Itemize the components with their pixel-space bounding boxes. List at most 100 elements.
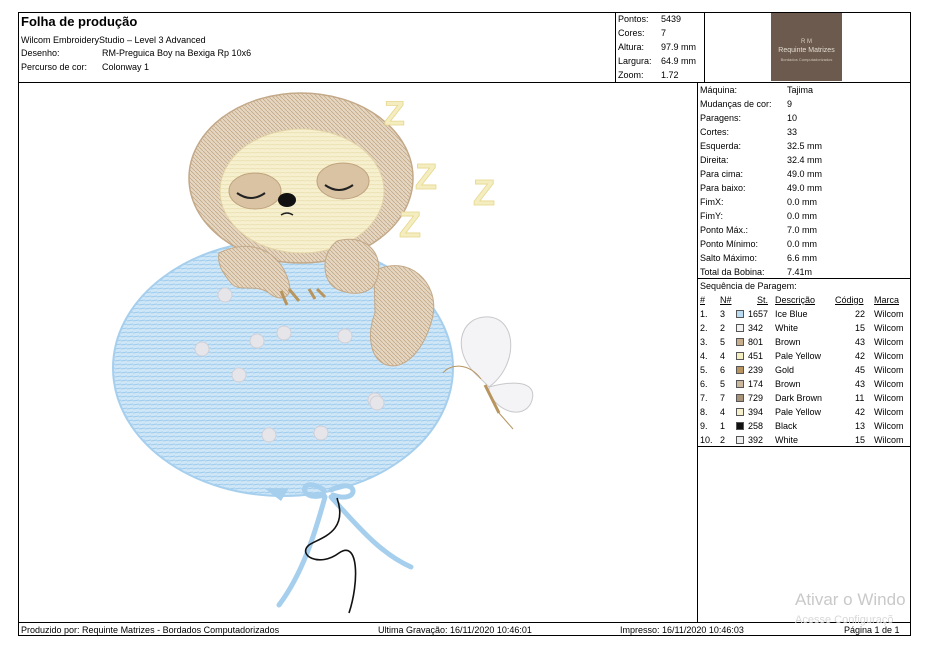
seq-brand: Wilcom xyxy=(874,351,904,361)
seq-needle: 4 xyxy=(720,351,726,361)
col-header-n: N# xyxy=(720,295,732,305)
logo-monogram: R M xyxy=(801,39,812,45)
stat-label: Salto Máximo: xyxy=(700,253,758,263)
sequence-row: 8. 4 394 Pale Yellow 42 Wilcom xyxy=(700,407,910,421)
seq-code: 45 xyxy=(855,365,866,375)
seq-description: White xyxy=(775,435,799,445)
summary-value-width: 64.9 mm xyxy=(661,56,697,66)
seq-brand: Wilcom xyxy=(874,323,904,333)
seq-needle: 5 xyxy=(720,337,726,347)
stat-label: FimY: xyxy=(700,211,724,221)
color-swatch xyxy=(736,436,744,444)
seq-needle: 2 xyxy=(720,323,726,333)
seq-needle: 2 xyxy=(720,435,726,445)
activation-watermark-title: Ativar o Windo xyxy=(795,590,906,609)
activation-watermark-subtitle: Acesse Configuraçõ xyxy=(795,614,894,626)
stat-value: 0.0 mm xyxy=(787,197,818,207)
page-title: Folha de produção xyxy=(21,14,138,29)
stat-value: 0.0 mm xyxy=(787,239,818,249)
seq-brand: Wilcom xyxy=(874,435,904,445)
stat-label: Paragens: xyxy=(700,113,742,123)
left-eye-patch xyxy=(228,172,282,210)
stat-value: 32.4 mm xyxy=(787,155,823,165)
color-swatch xyxy=(736,380,744,388)
seq-code: 22 xyxy=(855,309,866,319)
seq-brand: Wilcom xyxy=(874,337,904,347)
design-value: RM-Preguica Boy na Bexiga Rp 10x6 xyxy=(102,48,252,58)
stat-label: Total da Bobina: xyxy=(700,267,765,277)
seq-code: 43 xyxy=(855,379,866,389)
seq-needle: 7 xyxy=(720,393,726,403)
summary-label-zoom: Zoom: xyxy=(618,70,644,80)
panel-divider xyxy=(697,82,698,622)
color-swatch xyxy=(736,310,744,318)
software-name: Wilcom EmbroideryStudio – Level 3 Advanc… xyxy=(21,35,206,45)
stat-value: 32.5 mm xyxy=(787,141,823,151)
color-swatch xyxy=(736,422,744,430)
seq-description: Brown xyxy=(775,337,801,347)
seq-num: 8. xyxy=(700,407,708,417)
stat-value: 7.0 mm xyxy=(787,225,818,235)
stat-label: Mudanças de cor: xyxy=(700,99,772,109)
seq-description: Black xyxy=(775,421,798,431)
seq-stitches: 258 xyxy=(748,421,764,431)
seq-code: 11 xyxy=(855,393,865,403)
stat-label: Para cima: xyxy=(700,169,744,179)
stat-value: 33 xyxy=(787,127,798,137)
sleep-z-1: Z xyxy=(384,95,405,133)
color-swatch xyxy=(736,352,744,360)
color-swatch xyxy=(736,394,744,402)
seq-stitches: 342 xyxy=(748,323,764,333)
col-header-brand: Marca xyxy=(874,295,900,305)
color-swatch xyxy=(736,324,744,332)
col-header-code: Código xyxy=(835,295,864,305)
sleep-z-3: Z xyxy=(473,172,495,213)
seq-stitches: 239 xyxy=(748,365,764,375)
col-header-stitches: St. xyxy=(757,295,769,305)
colorway-value: Colonway 1 xyxy=(102,62,150,72)
sleep-z-4: Z xyxy=(399,204,421,245)
stat-value: 0.0 mm xyxy=(787,211,818,221)
summary-value-colors: 7 xyxy=(661,28,667,38)
stats-bottom-line xyxy=(697,278,911,279)
sequence-row: 5. 6 239 Gold 45 Wilcom xyxy=(700,365,910,379)
summary-label-stitches: Pontos: xyxy=(618,14,649,24)
stat-value: 6.6 mm xyxy=(787,253,818,263)
stat-value: Tajima xyxy=(787,85,814,95)
sequence-title: Sequência de Paragem: xyxy=(700,281,797,291)
seq-num: 7. xyxy=(700,393,708,403)
seq-brand: Wilcom xyxy=(874,365,904,375)
stat-label: Para baixo: xyxy=(700,183,746,193)
embroidery-design: Z Z Z Z xyxy=(112,92,534,614)
seq-num: 9. xyxy=(700,421,708,431)
stat-value: 10 xyxy=(787,113,798,123)
summary-label-height: Altura: xyxy=(618,42,645,52)
summary-value-zoom: 1.72 xyxy=(661,70,679,80)
seq-num: 3. xyxy=(700,337,708,347)
summary-value-stitches: 5439 xyxy=(661,14,682,24)
logo-name: Requinte Matrizes xyxy=(778,47,835,54)
sequence-row: 2. 2 342 White 15 Wilcom xyxy=(700,323,910,337)
seq-brand: Wilcom xyxy=(874,379,904,389)
seq-description: Pale Yellow xyxy=(775,351,822,361)
design-label: Desenho: xyxy=(21,48,60,58)
sequence-row: 10. 2 392 White 15 Wilcom xyxy=(700,435,910,449)
col-header-num: # xyxy=(700,295,706,305)
seq-stitches: 1657 xyxy=(748,309,769,319)
sequence-row: 9. 1 258 Black 13 Wilcom xyxy=(700,421,910,435)
stat-label: Ponto Mínimo: xyxy=(700,239,759,249)
stat-label: Máquina: xyxy=(700,85,738,95)
seq-num: 6. xyxy=(700,379,708,389)
stat-value: 9 xyxy=(787,99,793,109)
seq-needle: 6 xyxy=(720,365,726,375)
seq-stitches: 392 xyxy=(748,435,764,445)
color-swatch xyxy=(736,408,744,416)
seq-stitches: 801 xyxy=(748,337,764,347)
seq-description: Brown xyxy=(775,379,801,389)
sequence-row: 6. 5 174 Brown 43 Wilcom xyxy=(700,379,910,393)
seq-description: Pale Yellow xyxy=(775,407,822,417)
butterfly xyxy=(442,316,534,430)
seq-stitches: 729 xyxy=(748,393,764,403)
seq-brand: Wilcom xyxy=(874,309,904,319)
sequence-row: 4. 4 451 Pale Yellow 42 Wilcom xyxy=(700,351,910,365)
